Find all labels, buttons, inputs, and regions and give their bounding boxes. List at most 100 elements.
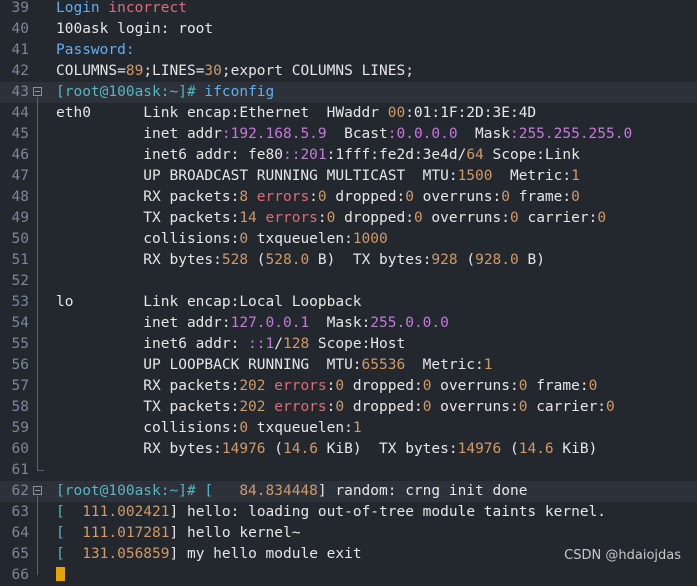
code-line[interactable]: 40 100ask login: root xyxy=(0,19,697,40)
code-token: Scope:Link xyxy=(483,147,580,163)
code-token: B) TX bytes: xyxy=(309,252,432,268)
code-line[interactable]: 43 [root@100ask:~]# ifconfig xyxy=(0,82,697,103)
code-token: KiB) TX bytes: xyxy=(317,441,458,457)
code-token: 928 xyxy=(431,252,458,268)
code-line[interactable]: 53 lo Link encap:Local Loopback xyxy=(0,292,697,313)
code-line[interactable]: 55 inet6 addr: ::1/128 Scope:Host xyxy=(0,334,697,355)
code-token: : xyxy=(317,210,327,226)
code-token: incorrect xyxy=(108,0,187,16)
code-token: Metric: xyxy=(405,357,484,373)
code-token: Bcast xyxy=(326,126,388,142)
code-token: [ xyxy=(56,546,83,562)
code-token: 128 xyxy=(283,336,310,352)
code-text: lo Link encap:Local Loopback xyxy=(56,292,362,313)
code-token: 14976 xyxy=(457,441,502,457)
code-token: RX bytes: xyxy=(56,441,222,457)
code-token: [ xyxy=(56,504,83,520)
code-line[interactable]: 50 collisions:0 txqueuelen:1000 xyxy=(0,229,697,250)
line-number: 63 xyxy=(11,504,29,520)
code-line[interactable]: 51 RX bytes:528 (528.0 B) TX bytes:928 (… xyxy=(0,250,697,271)
code-token: ( xyxy=(457,252,476,268)
code-token: 0 xyxy=(239,231,249,247)
code-text: TX packets:14 errors:0 dropped:0 overrun… xyxy=(56,208,606,229)
code-text: collisions:0 txqueuelen:1 xyxy=(56,418,361,439)
line-number: 49 xyxy=(11,210,29,226)
line-number: 66 xyxy=(11,567,29,583)
code-line[interactable]: 56 UP LOOPBACK RUNNING MTU:65536 Metric:… xyxy=(0,355,697,376)
code-text: UP BROADCAST RUNNING MULTICAST MTU:1500 … xyxy=(56,166,580,187)
code-token: login xyxy=(117,21,161,37)
code-token: overruns: xyxy=(413,189,502,205)
line-number: 56 xyxy=(11,357,29,373)
code-token: UP LOOPBACK RUNNING MTU: xyxy=(56,357,362,373)
code-line[interactable]: 39 Login incorrect xyxy=(0,0,697,19)
code-token: 131.056859 xyxy=(82,546,170,562)
line-number: 45 xyxy=(11,126,29,142)
code-text: inet6 addr: fe80::201:1fff:fe2d:3e4d/64 … xyxy=(56,145,580,166)
code-line[interactable]: 45 inet addr:192.168.5.9 Bcast:0.0.0.0 M… xyxy=(0,124,697,145)
code-token: [ xyxy=(56,525,83,541)
code-line[interactable]: 58 TX packets:202 errors:0 dropped:0 ove… xyxy=(0,397,697,418)
code-line[interactable]: 63 [ 111.002421] hello: loading out-of-tr… xyxy=(0,502,697,523)
code-token: overruns: xyxy=(431,378,519,394)
code-token: 928.0 xyxy=(475,252,519,268)
code-token: 0 xyxy=(571,189,580,205)
code-token: ;export COLUMNS LINES; xyxy=(221,63,414,79)
code-line[interactable]: 60 RX bytes:14976 (14.6 KiB) TX bytes:14… xyxy=(0,439,697,460)
code-token: dropped: xyxy=(344,399,423,415)
code-token: 528 xyxy=(221,252,249,268)
code-token: 1 xyxy=(483,357,493,373)
code-token: TX packets: xyxy=(56,399,240,415)
code-token: txqueuelen: xyxy=(248,231,353,247)
code-token: 202 xyxy=(239,378,266,394)
line-number: 55 xyxy=(11,336,29,352)
code-token: KiB) xyxy=(553,441,598,457)
code-token: errors xyxy=(248,189,310,205)
fold-collapse-icon[interactable] xyxy=(33,87,42,96)
code-line[interactable]: 48 RX packets:8 errors:0 dropped:0 overr… xyxy=(0,187,697,208)
code-text: [ 111.017281] hello kernel~ xyxy=(56,523,300,544)
watermark: CSDN @hdaiojdas xyxy=(564,548,681,563)
code-line[interactable]: 52 xyxy=(0,271,697,292)
code-line[interactable]: 42 COLUMNS=89;LINES=30;export COLUMNS LIN… xyxy=(0,61,697,82)
code-text xyxy=(56,565,65,586)
code-line[interactable]: 54 inet addr:127.0.0.1 Mask:255.0.0.0 xyxy=(0,313,697,334)
code-token: Password: xyxy=(56,42,135,58)
code-token: Metric: xyxy=(492,168,572,184)
code-line[interactable]: 59 collisions:0 txqueuelen:1 xyxy=(0,418,697,439)
code-token: [root@100ask:~]# [ xyxy=(56,483,240,499)
code-text: inet addr:192.168.5.9 Bcast:0.0.0.0 Mask… xyxy=(56,124,632,145)
code-line[interactable]: 64 [ 111.017281] hello kernel~ xyxy=(0,523,697,544)
code-token: frame: xyxy=(527,378,589,394)
code-token: :255.255.255.0 xyxy=(509,126,633,142)
code-token: 255.0.0.0 xyxy=(370,315,449,331)
code-text: RX packets:202 errors:0 dropped:0 overru… xyxy=(56,376,597,397)
code-token: RX packets: xyxy=(56,378,240,394)
code-line[interactable]: 66 xyxy=(0,565,697,586)
code-token: 14.6 xyxy=(283,441,318,457)
code-line[interactable]: 41 Password: xyxy=(0,40,697,61)
code-token: 0 xyxy=(597,210,607,226)
code-line[interactable]: 61 xyxy=(0,460,697,481)
code-line[interactable]: 44 eth0 Link encap:Ethernet HWaddr 00:01:… xyxy=(0,103,697,124)
code-line[interactable]: 46 inet6 addr: fe80::201:1fff:fe2d:3e4d/… xyxy=(0,145,697,166)
code-text: TX packets:202 errors:0 dropped:0 overru… xyxy=(56,397,614,418)
code-token: ( xyxy=(501,441,519,457)
code-line[interactable]: 49 TX packets:14 errors:0 dropped:0 over… xyxy=(0,208,697,229)
code-token: overruns: xyxy=(431,399,519,415)
code-line[interactable]: 57 RX packets:202 errors:0 dropped:0 ove… xyxy=(0,376,697,397)
code-text: [ 111.002421] hello: loading out-of-tree… xyxy=(56,502,606,523)
code-token: 1000 xyxy=(352,231,388,247)
code-text: 100ask login: root xyxy=(56,19,213,40)
code-line[interactable]: 47 UP BROADCAST RUNNING MULTICAST MTU:15… xyxy=(0,166,697,187)
fold-collapse-icon[interactable] xyxy=(33,486,42,495)
code-token: :1fff:fe2d:3e4d/ xyxy=(326,147,467,163)
terminal-log-editor[interactable]: 39 Login incorrect 40 100ask login: root 41 P… xyxy=(0,0,697,583)
line-number: 42 xyxy=(11,63,29,79)
code-token: ::201 xyxy=(282,147,327,163)
code-token: 100ask xyxy=(56,21,118,37)
code-token: 30 xyxy=(204,63,222,79)
code-text: [root@100ask:~]# ifconfig xyxy=(56,82,274,103)
code-line[interactable]: 62 [root@100ask:~]# [ 84.834448] random: … xyxy=(0,481,697,502)
code-token: 84.834448 xyxy=(239,483,318,499)
